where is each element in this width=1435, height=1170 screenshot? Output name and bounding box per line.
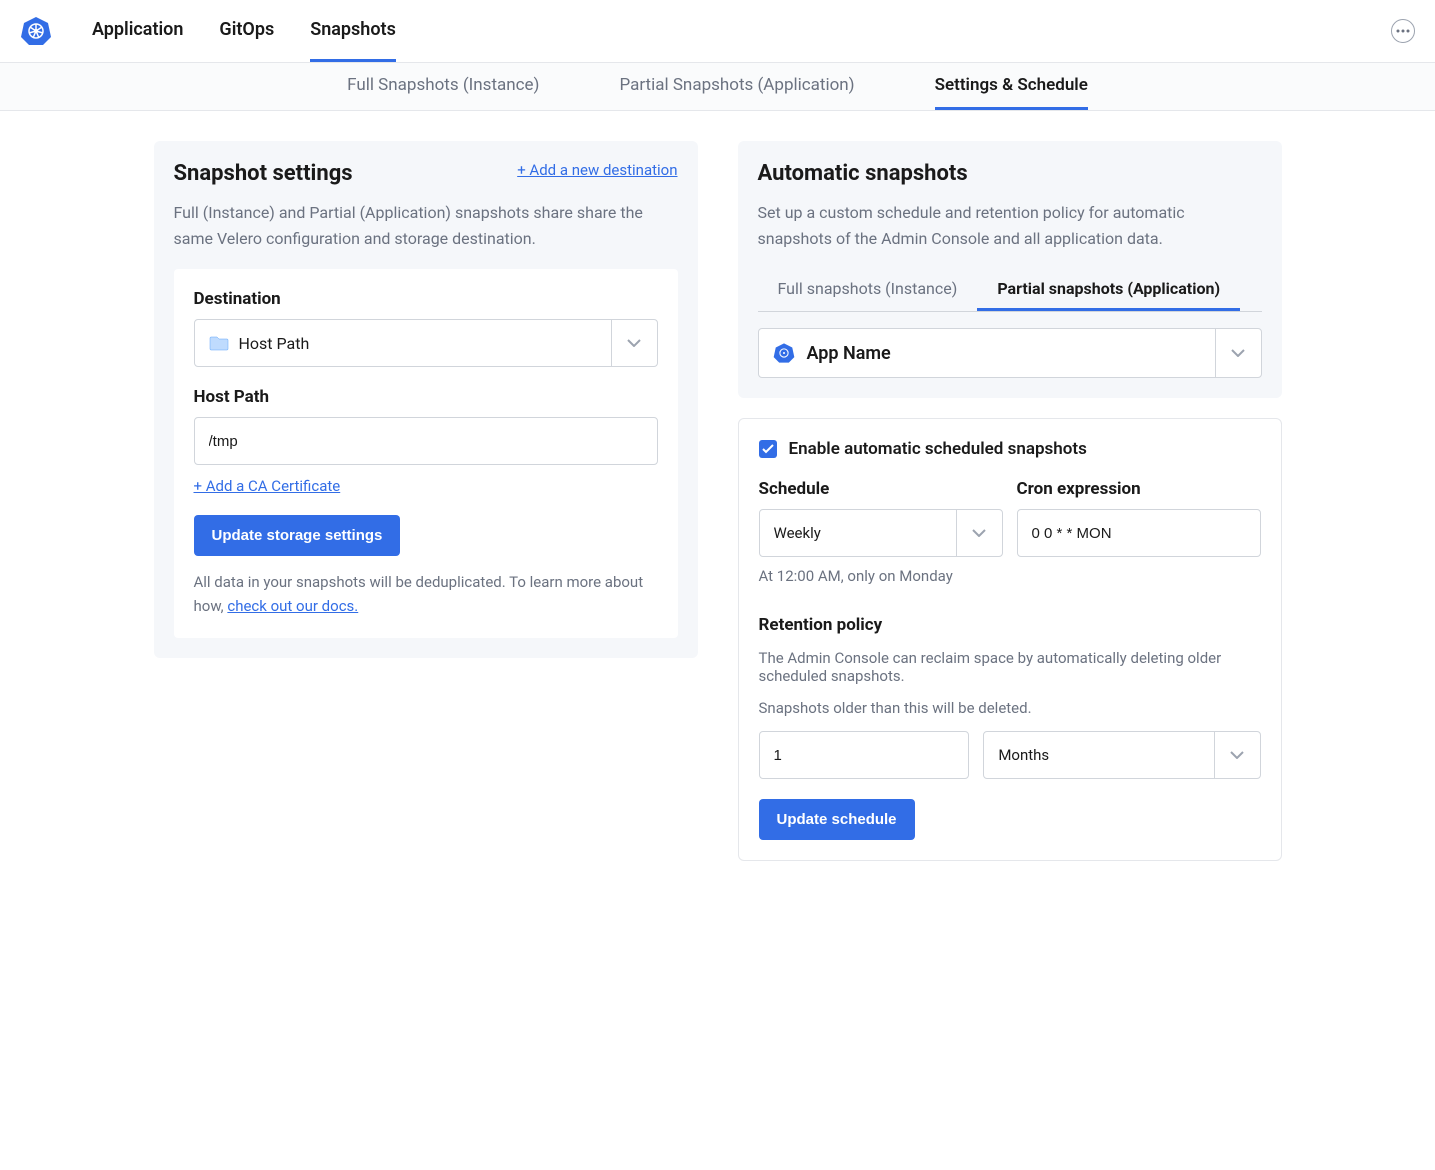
- chevron-down-icon: [1230, 751, 1244, 759]
- snapshot-settings-title: Snapshot settings: [174, 161, 353, 186]
- cron-label: Cron expression: [1017, 479, 1261, 499]
- retention-desc: The Admin Console can reclaim space by a…: [759, 649, 1261, 685]
- add-destination-link[interactable]: + Add a new destination: [517, 161, 677, 179]
- tab-gitops[interactable]: GitOps: [219, 0, 274, 62]
- retention-unit-select[interactable]: Months: [983, 731, 1260, 779]
- content: Snapshot settings + Add a new destinatio…: [118, 111, 1318, 891]
- automatic-snapshots-title: Automatic snapshots: [758, 161, 1262, 186]
- docs-link[interactable]: check out our docs.: [227, 597, 358, 615]
- enable-snapshots-checkbox[interactable]: [759, 440, 777, 458]
- add-ca-link[interactable]: + Add a CA Certificate: [194, 477, 341, 495]
- inner-tab-partial[interactable]: Partial snapshots (Application): [977, 269, 1240, 311]
- enable-snapshots-label: Enable automatic scheduled snapshots: [789, 439, 1087, 459]
- tab-application[interactable]: Application: [92, 0, 183, 62]
- update-storage-button[interactable]: Update storage settings: [194, 515, 401, 556]
- cron-hint: At 12:00 AM, only on Monday: [759, 567, 1003, 585]
- schedule-label: Schedule: [759, 479, 1003, 499]
- subtab-settings-schedule[interactable]: Settings & Schedule: [935, 63, 1088, 110]
- subtab-full-snapshots[interactable]: Full Snapshots (Instance): [347, 63, 539, 110]
- destination-label: Destination: [194, 289, 658, 309]
- destination-select[interactable]: Host Path: [194, 319, 658, 367]
- schedule-select[interactable]: Weekly: [759, 509, 1003, 557]
- sub-nav: Full Snapshots (Instance) Partial Snapsh…: [0, 63, 1435, 111]
- schedule-value: Weekly: [774, 524, 821, 542]
- dedup-helper: All data in your snapshots will be dedup…: [194, 570, 658, 618]
- retention-title: Retention policy: [759, 615, 1261, 635]
- automatic-snapshots-description: Set up a custom schedule and retention p…: [758, 200, 1262, 251]
- top-nav: Application GitOps Snapshots: [0, 0, 1435, 63]
- more-menu-button[interactable]: [1391, 19, 1415, 43]
- retention-value-input[interactable]: [759, 731, 970, 779]
- destination-card: Destination Host Path Host Path: [174, 269, 678, 638]
- chevron-down-icon: [1231, 349, 1245, 357]
- update-schedule-button[interactable]: Update schedule: [759, 799, 915, 840]
- snapshot-type-tabs: Full snapshots (Instance) Partial snapsh…: [758, 269, 1262, 312]
- right-column: Automatic snapshots Set up a custom sche…: [738, 141, 1282, 861]
- left-column: Snapshot settings + Add a new destinatio…: [154, 141, 698, 861]
- schedule-panel: Enable automatic scheduled snapshots Sch…: [738, 418, 1282, 861]
- kubernetes-app-icon: [773, 342, 795, 364]
- inner-tab-full[interactable]: Full snapshots (Instance): [758, 269, 978, 311]
- subtab-partial-snapshots[interactable]: Partial Snapshots (Application): [619, 63, 854, 110]
- hostpath-label: Host Path: [194, 387, 658, 407]
- chevron-down-icon: [627, 339, 641, 347]
- kubernetes-logo-icon: [20, 15, 52, 47]
- automatic-snapshots-panel: Automatic snapshots Set up a custom sche…: [738, 141, 1282, 398]
- app-name-value: App Name: [807, 343, 891, 364]
- dots-icon: [1396, 29, 1410, 33]
- retention-hint: Snapshots older than this will be delete…: [759, 699, 1261, 717]
- chevron-down-icon: [972, 529, 986, 537]
- hostpath-input[interactable]: [194, 417, 658, 465]
- check-icon: [762, 444, 774, 454]
- app-select[interactable]: App Name: [758, 328, 1262, 378]
- destination-value: Host Path: [239, 334, 310, 353]
- folder-icon: [209, 335, 229, 351]
- snapshot-settings-description: Full (Instance) and Partial (Application…: [174, 200, 678, 251]
- cron-input[interactable]: [1017, 509, 1261, 557]
- tab-snapshots[interactable]: Snapshots: [310, 0, 396, 62]
- retention-unit-value: Months: [998, 746, 1049, 764]
- snapshot-settings-panel: Snapshot settings + Add a new destinatio…: [154, 141, 698, 658]
